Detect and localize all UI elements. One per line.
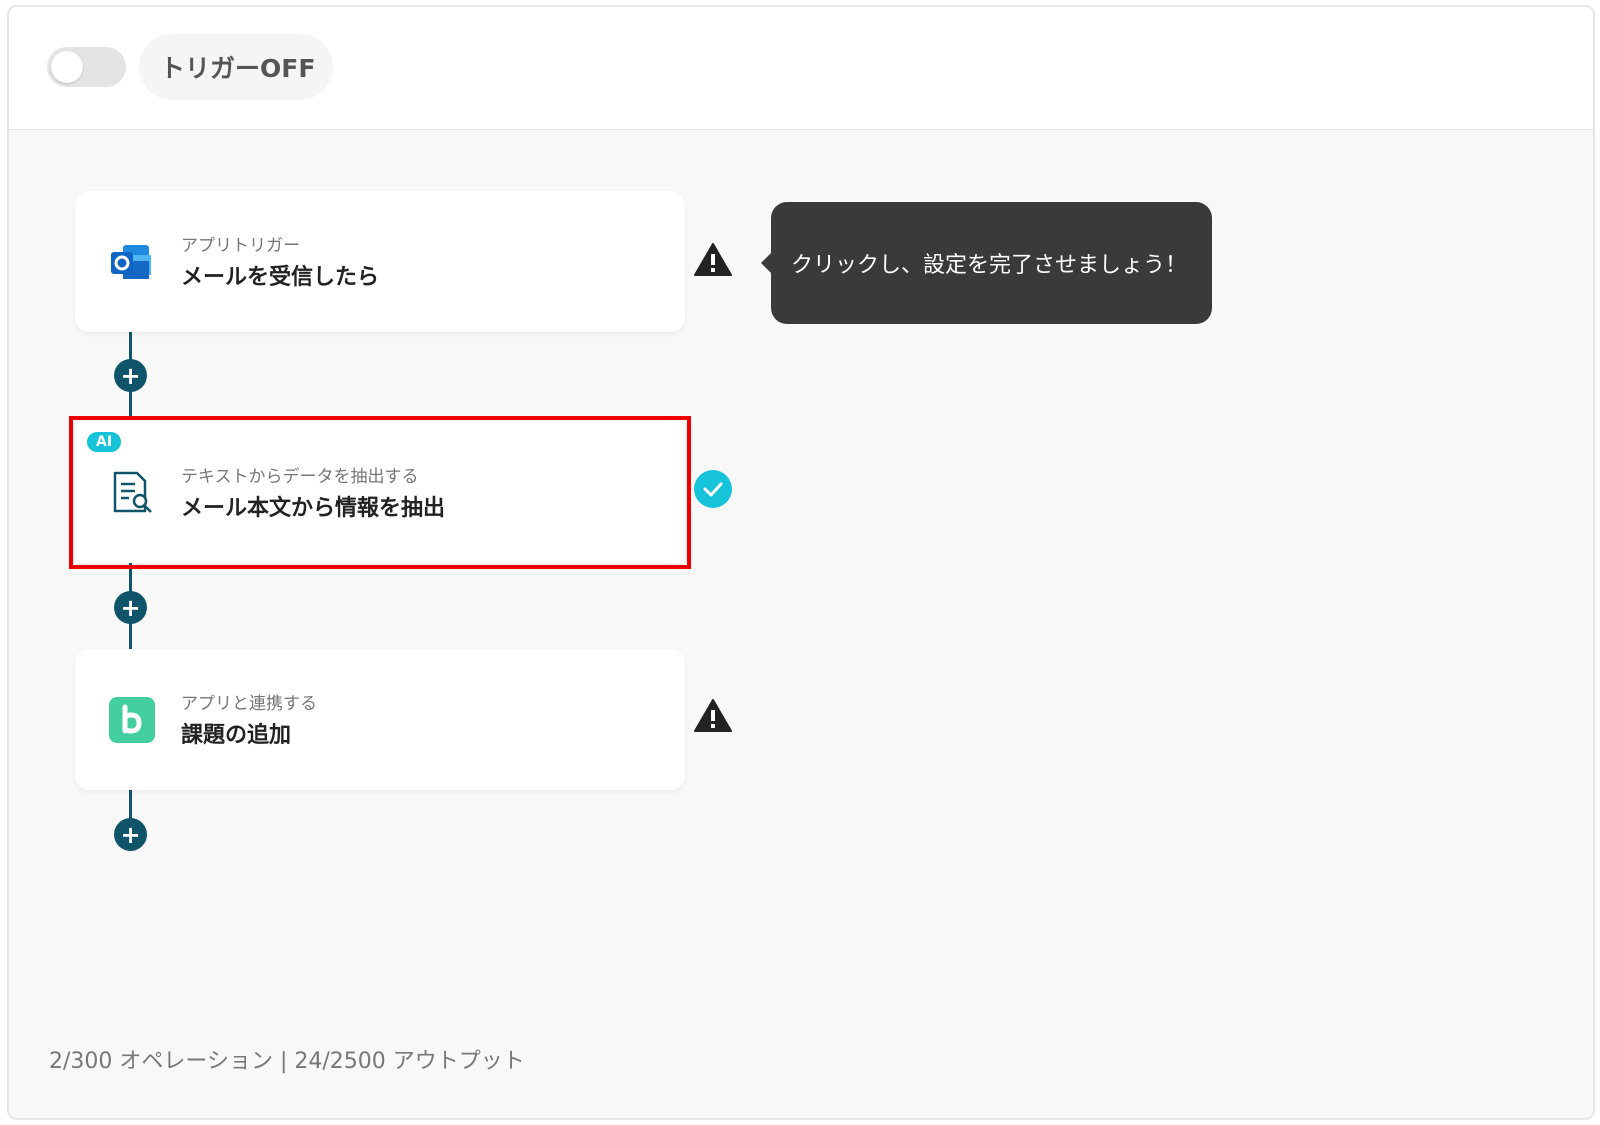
step-type-label: アプリトリガー xyxy=(181,236,300,256)
setup-tooltip: クリックし、設定を完了させましょう！ xyxy=(761,202,1212,324)
step-title: メール本文から情報を抽出 xyxy=(181,496,446,521)
flow-step-trigger[interactable]: アプリトリガー メールを受信したら xyxy=(75,191,685,332)
step-title: 課題の追加 xyxy=(181,723,292,748)
top-bar: トリガーOFF xyxy=(9,7,1593,130)
step-type-label: アプリと連携する xyxy=(181,694,317,714)
document-search-icon xyxy=(113,471,152,513)
warning-icon xyxy=(694,243,732,276)
flow-step-ai-extract[interactable]: AI テキストからデータを抽出する メール本文から情報を抽出 xyxy=(69,416,691,569)
warning-icon xyxy=(694,699,732,732)
flow-editor: トリガーOFF + + + アプリトリガー メールを受信したら クリックし、設定… xyxy=(7,5,1595,1120)
add-step-button[interactable]: + xyxy=(114,818,147,851)
add-step-button[interactable]: + xyxy=(114,591,147,624)
outlook-icon xyxy=(111,245,151,279)
step-type-label: テキストからデータを抽出する xyxy=(181,467,419,487)
trigger-toggle[interactable] xyxy=(47,47,126,87)
ai-badge: AI xyxy=(87,432,122,452)
trigger-status-label: トリガーOFF xyxy=(139,34,333,100)
connector-line xyxy=(129,789,132,819)
usage-summary: 2/300 オペレーション | 24/2500 アウトプット xyxy=(49,1049,525,1074)
toggle-knob xyxy=(51,51,83,83)
flow-step-add-issue[interactable]: アプリと連携する 課題の追加 xyxy=(75,649,685,790)
backlog-icon xyxy=(109,697,155,743)
step-title: メールを受信したら xyxy=(181,265,380,290)
check-circle-icon xyxy=(694,470,732,508)
add-step-button[interactable]: + xyxy=(114,359,147,392)
